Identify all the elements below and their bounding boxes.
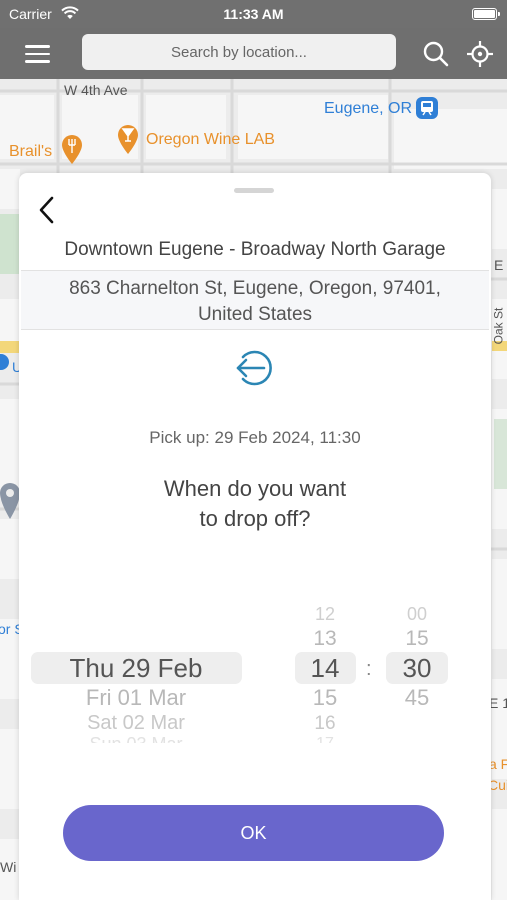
map-label-edge-wi: Wi: [0, 859, 17, 875]
map-label-edge-e: E: [494, 257, 504, 273]
minute-option[interactable]: 15: [386, 628, 448, 649]
poi-pin-icon[interactable]: [0, 351, 10, 373]
garage-name: Downtown Eugene - Broadway North Garage: [64, 239, 446, 260]
top-bar: [0, 28, 507, 79]
minute-option[interactable]: 45: [386, 687, 448, 709]
search-input[interactable]: [82, 34, 396, 70]
status-time: 11:33 AM: [223, 6, 284, 22]
drop-off-sheet: Downtown Eugene - Broadway North Garage …: [19, 173, 491, 900]
map-pin-icon[interactable]: [0, 479, 20, 521]
ok-button[interactable]: OK: [63, 805, 444, 861]
minute-option[interactable]: 00: [386, 605, 448, 623]
hour-option[interactable]: 16: [295, 714, 355, 733]
restaurant-pin-icon[interactable]: [60, 133, 84, 165]
battery-icon: [472, 8, 500, 20]
map-label-oregon-wine-lab: Oregon Wine LAB: [146, 131, 275, 148]
question-line-2: to drop off?: [199, 506, 311, 531]
map-label-brails: Brail's: [9, 143, 53, 160]
date-option[interactable]: Fri 01 Mar: [31, 687, 241, 709]
date-time-picker: Thu 29 Feb Fri 01 Mar Sat 02 Mar Sun 03 …: [19, 593, 491, 763]
date-option[interactable]: Sat 02 Mar: [31, 713, 241, 733]
locate-me-icon[interactable]: [466, 40, 494, 68]
date-option-selected[interactable]: Thu 29 Feb: [31, 655, 241, 681]
hour-option[interactable]: 13: [295, 628, 355, 649]
hour-option[interactable]: 12: [295, 605, 355, 623]
map-label-eugene-or: Eugene, OR: [324, 100, 413, 117]
hour-option-selected[interactable]: 14: [295, 655, 355, 681]
search-icon[interactable]: [422, 40, 450, 68]
address-box: 863 Charnelton St, Eugene, Oregon, 97401…: [21, 270, 489, 330]
train-station-icon[interactable]: [415, 96, 439, 120]
map-label-edge-a-f: a F: [489, 756, 507, 772]
address-line-1: 863 Charnelton St, Eugene, Oregon, 97401…: [69, 278, 441, 299]
back-chevron-icon[interactable]: [35, 195, 61, 225]
drop-off-question: When do you want to drop off?: [19, 474, 491, 534]
pickup-datetime: Pick up: 29 Feb 2024, 11:30: [149, 428, 361, 447]
minute-option-selected[interactable]: 30: [386, 655, 448, 681]
date-option[interactable]: Sun 03 Mar: [31, 735, 241, 743]
hamburger-menu-icon[interactable]: [25, 45, 50, 63]
map-label-edge-e11: E 11: [489, 695, 507, 711]
hour-option[interactable]: 17: [295, 736, 355, 743]
question-line-1: When do you want: [163, 476, 347, 501]
wine-bar-pin-icon[interactable]: [116, 123, 140, 155]
status-bar: Carrier 11:33 AM: [0, 0, 507, 28]
time-separator: :: [366, 658, 372, 680]
sheet-grabber[interactable]: [234, 188, 274, 193]
entry-arrow-icon: [236, 350, 272, 386]
map-label-oak-st: Oak St: [491, 307, 506, 345]
hour-option[interactable]: 15: [295, 687, 355, 709]
map-label-street: W 4th Ave: [64, 82, 128, 98]
address-line-2: United States: [197, 304, 313, 325]
